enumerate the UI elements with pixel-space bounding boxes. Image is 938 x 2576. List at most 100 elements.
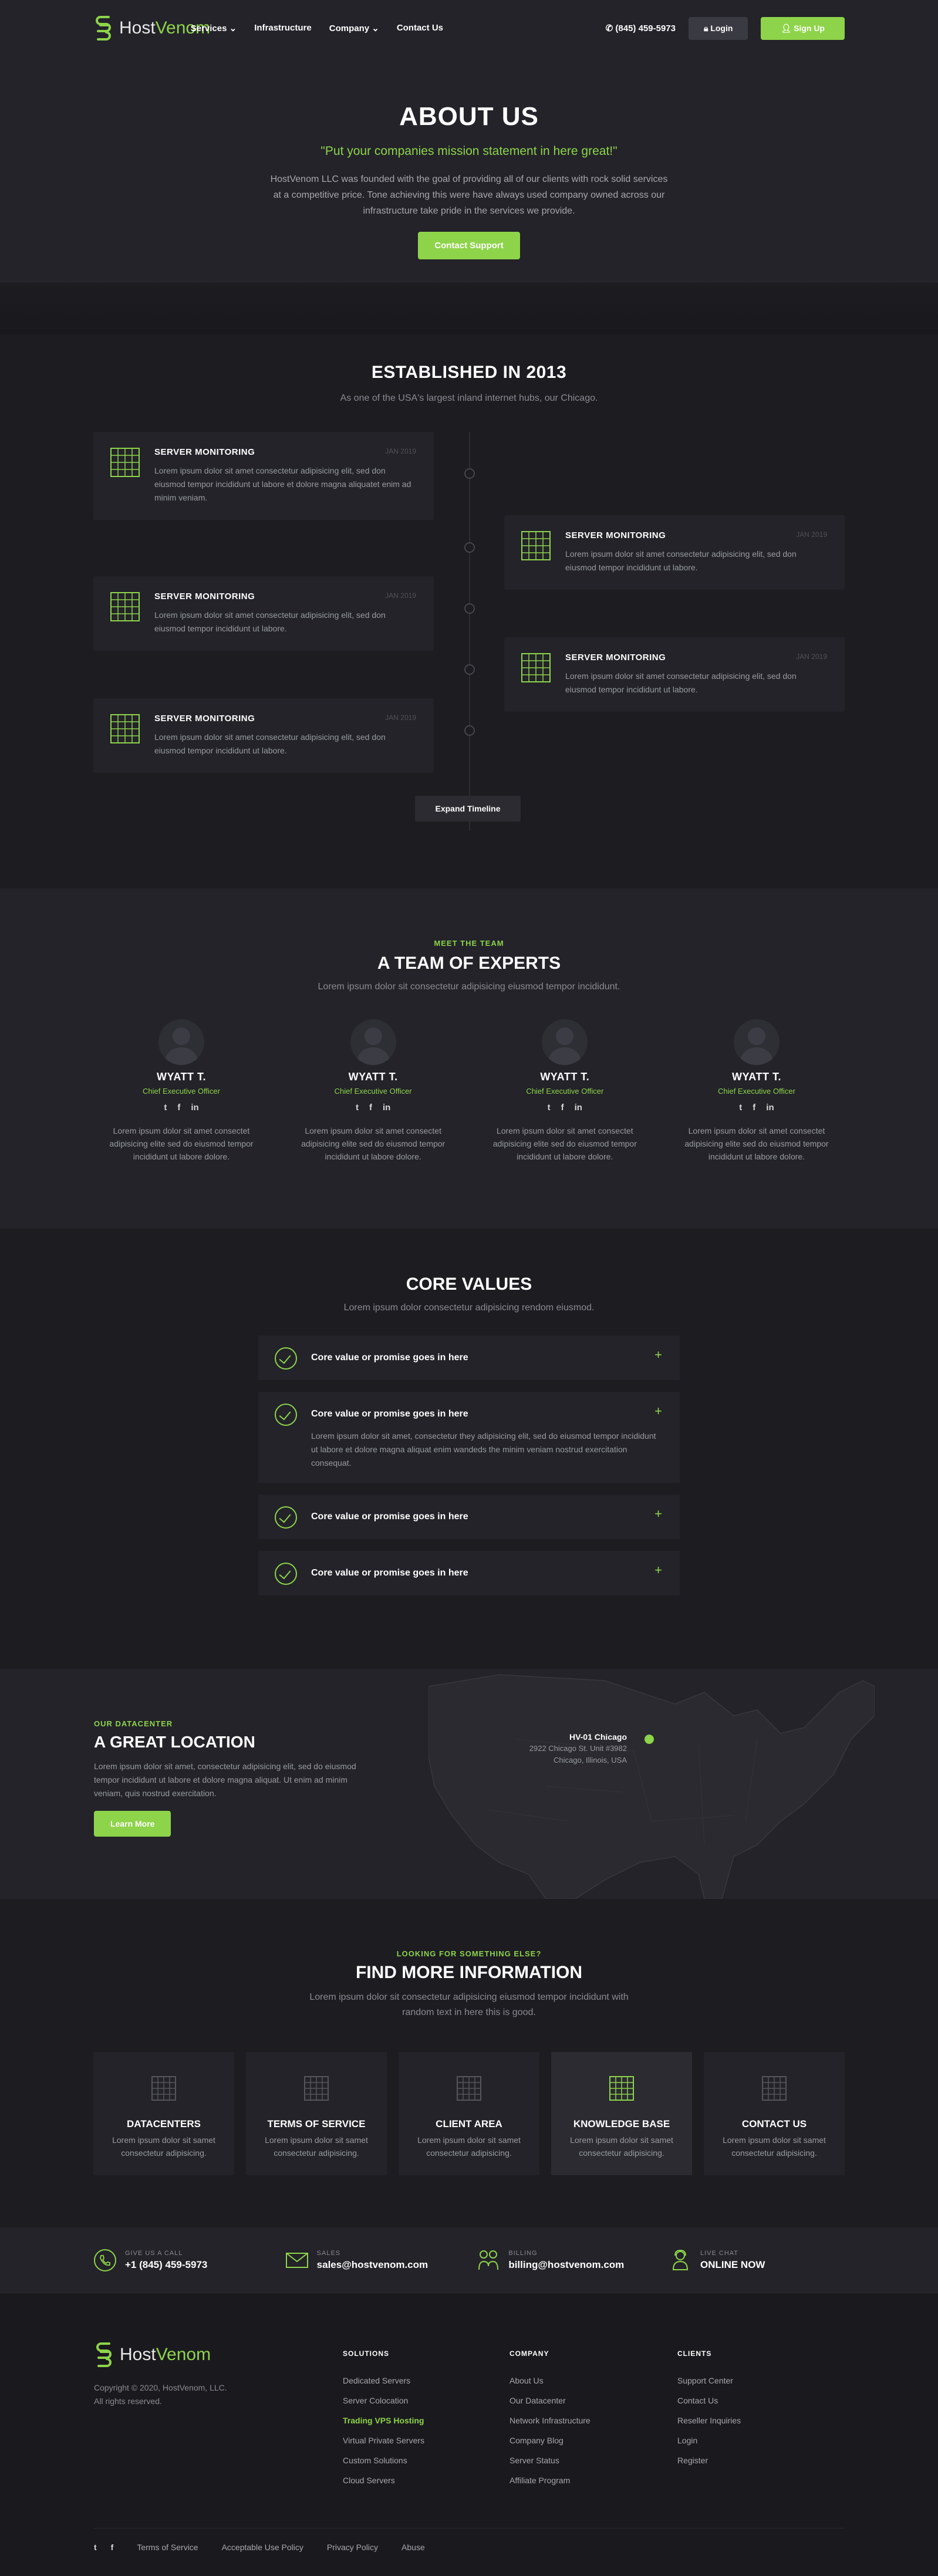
signup-button[interactable]: 👤︎ Sign Up xyxy=(761,16,845,40)
twitter-icon[interactable]: t xyxy=(356,1103,359,1113)
team-member: WYATT T. Chief Executive Officer t f in Lo… xyxy=(669,1019,845,1163)
tile-knowledge-base[interactable]: KNOWLEDGE BASE Lorem ipsum dolor sit sam… xyxy=(551,2052,692,2175)
twitter-icon[interactable]: t xyxy=(94,2543,97,2552)
tile-datacenters[interactable]: DATACENTERS Lorem ipsum dolor sit samet … xyxy=(93,2052,234,2175)
accordion-item[interactable]: Core value or promise goes in here + xyxy=(258,1551,680,1595)
plus-icon[interactable]: + xyxy=(654,1563,662,1578)
menu-services[interactable]: Services ⌄ xyxy=(191,23,237,33)
navbar: Host Venom Services ⌄ Infrastructure Comp… xyxy=(93,0,845,56)
footer-logo[interactable]: Host Venom xyxy=(94,2340,227,2369)
footer-company: COMPANY About Us Our Datacenter Network … xyxy=(510,2349,591,2490)
twitter-icon[interactable]: t xyxy=(739,1103,742,1113)
billing-icon xyxy=(478,2250,499,2270)
expand-timeline-button[interactable]: Expand Timeline xyxy=(415,796,521,822)
footer-link[interactable]: Contact Us xyxy=(677,2391,741,2411)
member-bio: Lorem ipsum dolor sit amet consectet adi… xyxy=(109,1126,254,1161)
menu-company[interactable]: Company ⌄ xyxy=(329,23,379,33)
footer-link[interactable]: About Us xyxy=(510,2371,591,2391)
phone-icon: ✆ xyxy=(605,23,616,33)
accordion-label: Core value or promise goes in here xyxy=(311,1568,468,1578)
login-button[interactable]: 🔒︎ Login xyxy=(688,16,748,40)
aup-link[interactable]: Acceptable Use Policy xyxy=(222,2543,303,2552)
footer-link-active[interactable]: Trading VPS Hosting xyxy=(343,2411,424,2430)
footer-link[interactable]: Support Center xyxy=(677,2371,741,2391)
facebook-icon[interactable]: f xyxy=(177,1103,180,1113)
grid-icon xyxy=(609,2076,634,2101)
server-grid-icon xyxy=(521,653,551,682)
footer-link[interactable]: Dedicated Servers xyxy=(343,2371,424,2391)
footer-link[interactable]: Server Colocation xyxy=(343,2391,424,2411)
facebook-icon[interactable]: f xyxy=(369,1103,372,1113)
footer-link[interactable]: Cloud Servers xyxy=(343,2470,424,2490)
tile-title: TERMS OF SERVICE xyxy=(267,2118,366,2129)
footer-link[interactable]: Virtual Private Servers xyxy=(343,2430,424,2450)
accordion-body: Lorem ipsum dolor sit amet, consectetur … xyxy=(311,1431,656,1468)
abuse-link[interactable]: Abuse xyxy=(401,2543,425,2552)
footer-link[interactable]: Network Infrastructure xyxy=(510,2411,591,2430)
tile-client-area[interactable]: CLIENT AREA Lorem ipsum dolor sit samet … xyxy=(399,2052,539,2175)
twitter-icon[interactable]: t xyxy=(164,1103,167,1113)
learn-more-button[interactable]: Learn More xyxy=(94,1811,171,1837)
map-pin[interactable] xyxy=(645,1735,654,1744)
terms-link[interactable]: Terms of Service xyxy=(137,2543,198,2552)
footer-link[interactable]: Reseller Inquiries xyxy=(677,2411,741,2430)
member-bio: Lorem ipsum dolor sit amet consectet adi… xyxy=(684,1126,829,1161)
more-subtitle: Lorem ipsum dolor sit consectetur adipis… xyxy=(309,1992,629,2017)
contact-billing[interactable]: BILLING billing@hostvenom.com xyxy=(477,2249,653,2272)
timeline-card: SERVER MONITORING JAN 2019 Lorem ipsum d… xyxy=(93,432,434,520)
linkedin-icon[interactable]: in xyxy=(766,1103,774,1113)
server-grid-icon xyxy=(110,448,140,477)
contact-call[interactable]: GIVE US A CALL +1 (845) 459-5973 xyxy=(93,2249,269,2272)
contact-strip: GIVE US A CALL +1 (845) 459-5973 SALES sal… xyxy=(0,2227,938,2293)
footer-link[interactable]: Custom Solutions xyxy=(343,2450,424,2470)
footer-link[interactable]: Affiliate Program xyxy=(510,2470,591,2490)
footer-col-title: CLIENTS xyxy=(677,2349,712,2358)
linkedin-icon[interactable]: in xyxy=(191,1103,198,1113)
facebook-icon[interactable]: f xyxy=(111,2543,114,2552)
phone-link[interactable]: ✆ (845) 459-5973 xyxy=(606,23,676,33)
plus-icon[interactable]: + xyxy=(654,1347,662,1363)
member-role: Chief Executive Officer xyxy=(717,1087,795,1096)
facebook-icon[interactable]: f xyxy=(561,1103,564,1113)
plus-icon[interactable]: + xyxy=(654,1506,662,1522)
footer-link[interactable]: Register xyxy=(677,2450,741,2470)
accordion-item[interactable]: Core value or promise goes in here + xyxy=(258,1336,680,1380)
linkedin-icon[interactable]: in xyxy=(383,1103,390,1113)
linkedin-icon[interactable]: in xyxy=(575,1103,582,1113)
tile-text: Lorem ipsum dolor sit samet consectetur … xyxy=(265,2135,368,2158)
facebook-icon[interactable]: f xyxy=(753,1103,755,1113)
footer-link[interactable]: Company Blog xyxy=(510,2430,591,2450)
plus-icon[interactable]: + xyxy=(654,1404,662,1419)
menu-infrastructure[interactable]: Infrastructure xyxy=(254,23,312,33)
footer-solutions: SOLUTIONS Dedicated Servers Server Coloc… xyxy=(343,2349,424,2490)
signup-label: Sign Up xyxy=(794,23,825,33)
card-date: JAN 2019 xyxy=(796,530,827,539)
tile-terms[interactable]: TERMS OF SERVICE Lorem ipsum dolor sit s… xyxy=(246,2052,387,2175)
contact-support-button[interactable]: Contact Support xyxy=(418,232,520,259)
more-info-section: LOOKING FOR SOMETHING ELSE? FIND MORE IN… xyxy=(0,1899,938,2227)
server-grid-icon xyxy=(110,714,140,743)
tile-title: KNOWLEDGE BASE xyxy=(573,2118,670,2129)
privacy-link[interactable]: Privacy Policy xyxy=(327,2543,378,2552)
team-member: WYATT T. Chief Executive Officer t f in Lo… xyxy=(477,1019,653,1163)
more-title: FIND MORE INFORMATION xyxy=(355,1963,583,1982)
lock-icon: 🔒︎ xyxy=(703,23,711,33)
location-title: A GREAT LOCATION xyxy=(94,1733,255,1751)
footer-link[interactable]: Our Datacenter xyxy=(510,2391,591,2411)
accordion-item-open[interactable]: Core value or promise goes in here + Lor… xyxy=(258,1392,680,1483)
more-kicker: LOOKING FOR SOMETHING ELSE? xyxy=(396,1949,542,1958)
tile-contact[interactable]: CONTACT US Lorem ipsum dolor sit samet c… xyxy=(704,2052,845,2175)
contact-chat[interactable]: LIVE CHAT ONLINE NOW xyxy=(669,2249,845,2272)
values-title: CORE VALUES xyxy=(406,1275,532,1294)
location-text: Lorem ipsum dolor sit amet, consectetur … xyxy=(94,1762,356,1798)
twitter-icon[interactable]: t xyxy=(548,1103,551,1113)
menu-contact[interactable]: Contact Us xyxy=(397,23,443,33)
footer-link[interactable]: Login xyxy=(677,2430,741,2450)
location-section: HV-01 Chicago 2922 Chicago St. Unit #398… xyxy=(0,1669,938,1899)
accordion-item[interactable]: Core value or promise goes in here + xyxy=(258,1495,680,1539)
timeline-card: SERVER MONITORING JAN 2019 Lorem ipsum d… xyxy=(504,515,845,590)
footer-link[interactable]: Server Status xyxy=(510,2450,591,2470)
member-role: Chief Executive Officer xyxy=(143,1087,220,1096)
contact-sales[interactable]: SALES sales@hostvenom.com xyxy=(285,2249,461,2272)
hero-text: HostVenom LLC was founded with the goal … xyxy=(270,174,668,216)
